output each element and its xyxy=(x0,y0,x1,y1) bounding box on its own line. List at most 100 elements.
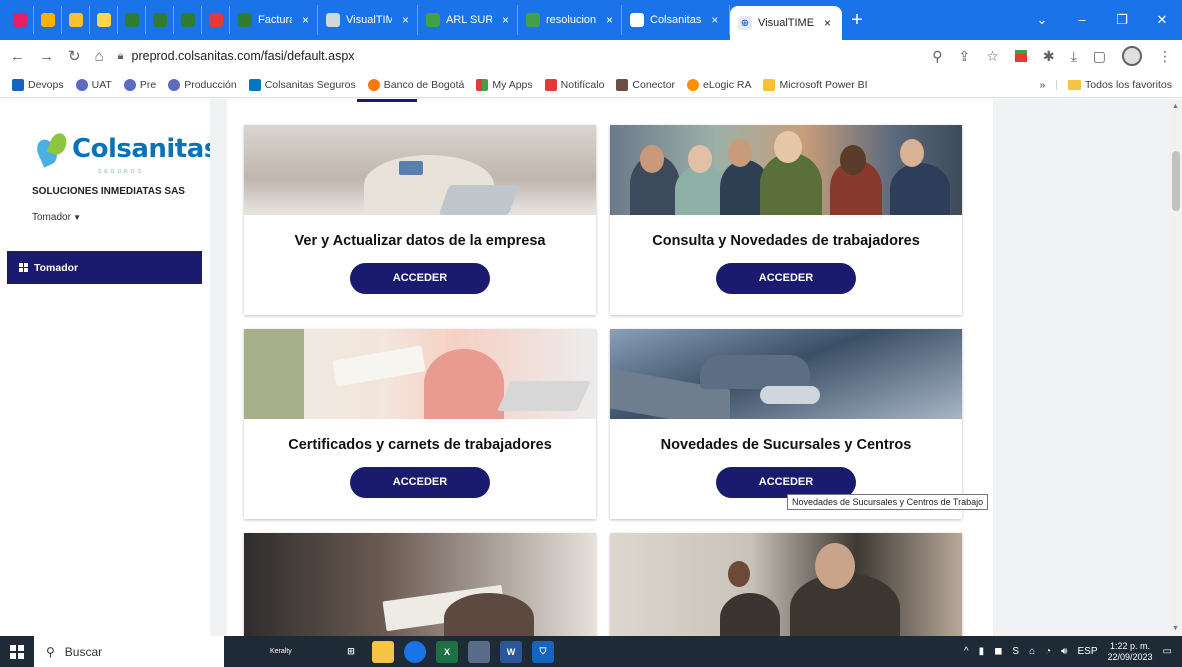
tab-search-icon[interactable]: ⌄ xyxy=(1022,12,1062,28)
forward-icon[interactable]: → xyxy=(39,48,54,65)
new-tab-button[interactable]: + xyxy=(842,9,872,32)
reload-icon[interactable]: ↻ xyxy=(68,47,81,65)
pinned-tab[interactable] xyxy=(118,6,146,34)
volume-icon[interactable]: 🔊︎ xyxy=(1061,646,1067,657)
browser-tab-active[interactable]: ⊕ VisualTIME × xyxy=(730,6,842,40)
bookmark-produccion[interactable]: Producción xyxy=(168,78,237,91)
bookmark-power-bi[interactable]: Microsoft Power BI xyxy=(763,78,868,91)
role-dropdown[interactable]: Tomador ▼ xyxy=(32,212,81,223)
network-icon[interactable]: ⌂ xyxy=(1029,646,1035,657)
puzzle-icon[interactable]: ✱ xyxy=(1043,48,1055,65)
browser-tab[interactable]: VisualTIME × xyxy=(318,5,418,35)
bookmark-uat[interactable]: UAT xyxy=(75,78,112,91)
restore-icon[interactable]: ❐ xyxy=(1102,12,1142,28)
profile-avatar[interactable] xyxy=(1122,46,1142,66)
show-hidden-icons-icon[interactable]: ^ xyxy=(964,646,969,657)
system-tray: ^ ▮ ◼ S ⌂ ◔ 🔊︎ ESP 1:22 p. m. 22/09/2023… xyxy=(964,641,1182,663)
close-tab-icon[interactable]: × xyxy=(302,13,309,27)
app-icon xyxy=(40,13,55,27)
access-button[interactable]: ACCEDER xyxy=(350,467,490,498)
back-icon[interactable]: ← xyxy=(10,48,25,65)
taskbar-search-input[interactable]: ⚲ Buscar xyxy=(34,636,224,667)
chrome-icon[interactable] xyxy=(404,640,426,663)
shield-icon[interactable]: ⛉ xyxy=(532,640,554,663)
card-branches: Novedades de Sucursales y Centros ACCEDE… xyxy=(610,329,962,519)
notification-icon[interactable]: ▭ xyxy=(1163,646,1172,657)
bookmark-notificalo[interactable]: Notifícalo xyxy=(544,78,604,91)
pinned-tab[interactable] xyxy=(6,6,34,34)
bookmark-label: My Apps xyxy=(492,78,533,91)
sidebar-item-tomador[interactable]: Tomador xyxy=(7,251,202,284)
tray-app-icon[interactable]: ◼ xyxy=(994,646,1002,657)
app-icon xyxy=(208,13,223,27)
browser-tab[interactable]: ARL SURA - × xyxy=(418,5,518,35)
close-tab-icon[interactable]: × xyxy=(606,13,613,27)
access-button[interactable]: ACCEDER xyxy=(716,263,856,294)
pinned-tab[interactable] xyxy=(174,6,202,34)
skype-icon[interactable]: S xyxy=(1012,646,1019,657)
minimize-icon[interactable]: – xyxy=(1062,12,1102,28)
bookmark-icon xyxy=(544,78,557,91)
scrollbar-thumb[interactable] xyxy=(1172,151,1180,211)
language-indicator[interactable]: ESP xyxy=(1077,646,1097,657)
bookmark-elogic-ra[interactable]: eLogic RA xyxy=(687,78,751,91)
card-image xyxy=(610,329,962,419)
close-tab-icon[interactable]: × xyxy=(824,16,831,30)
scroll-up-icon[interactable]: ▲ xyxy=(1172,103,1179,110)
colsanitas-logo[interactable]: Colsanitas xyxy=(33,129,219,169)
lock-icon[interactable]: 🔒︎ xyxy=(118,50,124,63)
pinned-tab[interactable] xyxy=(34,6,62,34)
clock[interactable]: 1:22 p. m. 22/09/2023 xyxy=(1108,641,1153,663)
pinned-tab[interactable] xyxy=(202,6,230,34)
bookmark-label: UAT xyxy=(91,78,112,91)
tab-title: VisualTIME xyxy=(346,14,392,26)
bookmark-my-apps[interactable]: My Apps xyxy=(476,78,533,91)
pinned-tab[interactable] xyxy=(146,6,174,34)
scroll-down-icon[interactable]: ▼ xyxy=(1172,625,1179,632)
excel-icon[interactable]: X xyxy=(436,640,458,663)
bookmark-label: Microsoft Power BI xyxy=(779,78,868,91)
bookmark-banco-bogota[interactable]: Banco de Bogotá xyxy=(367,78,464,91)
tab-title: resolucion-1 xyxy=(546,14,596,26)
tab-title: Colsanitas xyxy=(650,14,702,26)
bookmark-star-icon[interactable]: ☆ xyxy=(986,48,999,65)
word-icon[interactable]: W xyxy=(500,640,522,663)
access-button[interactable]: ACCEDER xyxy=(350,263,490,294)
card-image xyxy=(244,125,596,215)
share-icon[interactable]: ⇪ xyxy=(959,48,971,65)
bookmark-pre[interactable]: Pre xyxy=(123,78,156,91)
tab-title: ARL SURA - xyxy=(446,14,492,26)
pinned-tab[interactable] xyxy=(62,6,90,34)
bookmark-conector[interactable]: Conector xyxy=(616,78,675,91)
usb-icon[interactable]: ▮ xyxy=(979,646,985,657)
home-icon[interactable]: ⌂ xyxy=(95,48,104,65)
browser-tab[interactable]: Colsanitas × xyxy=(622,5,730,35)
close-window-icon[interactable]: ✕ xyxy=(1142,12,1182,28)
close-tab-icon[interactable]: × xyxy=(402,13,409,27)
bookmark-icon xyxy=(12,78,24,91)
wifi-icon[interactable]: ◔ xyxy=(1045,646,1051,657)
all-bookmarks-folder[interactable]: Todos los favoritos xyxy=(1068,79,1172,91)
app-icon[interactable] xyxy=(468,640,490,663)
bookmark-colsanitas-seguros[interactable]: Colsanitas Seguros xyxy=(248,78,356,91)
bookmark-label: Colsanitas Seguros xyxy=(264,78,356,91)
page-scrollbar[interactable]: ▲ ▼ xyxy=(1170,99,1182,636)
favicon-icon xyxy=(630,13,644,27)
close-tab-icon[interactable]: × xyxy=(502,13,509,27)
url-input[interactable]: 🔒︎ preprod.colsanitas.com/fasi/default.a… xyxy=(118,49,919,63)
menu-kebab-icon[interactable]: ⋮ xyxy=(1158,48,1172,65)
browser-tab[interactable]: Facturación × xyxy=(230,5,318,35)
close-tab-icon[interactable]: × xyxy=(711,13,718,27)
bookmark-devops[interactable]: Devops xyxy=(12,78,64,91)
side-panel-icon[interactable]: ▢ xyxy=(1093,48,1106,65)
zoom-icon[interactable]: ⚲ xyxy=(932,48,942,65)
download-icon[interactable]: ⤓ xyxy=(1071,48,1077,65)
file-explorer-icon[interactable] xyxy=(372,640,394,663)
bookmarks-overflow-button[interactable]: » xyxy=(1039,79,1045,91)
start-button[interactable] xyxy=(0,636,34,667)
extension-icon[interactable] xyxy=(1014,50,1027,62)
task-view-icon[interactable]: ⊞ xyxy=(340,641,362,663)
browser-tab[interactable]: resolucion-1 × xyxy=(518,5,622,35)
pinned-tab[interactable] xyxy=(90,6,118,34)
favicon-icon xyxy=(526,13,540,27)
